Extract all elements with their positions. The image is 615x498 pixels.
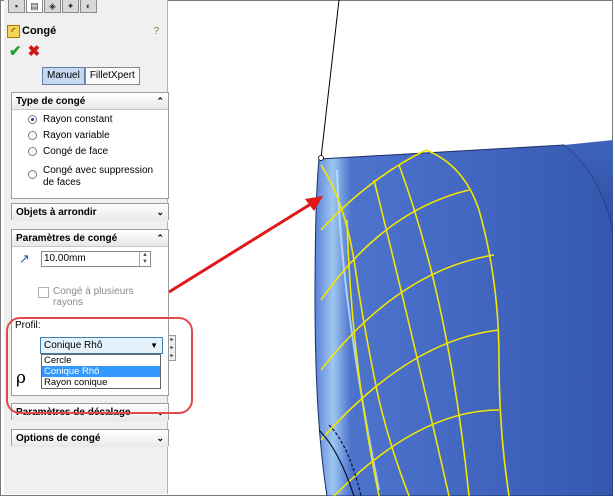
fillet-params-header[interactable]: Paramètres de congé ⌃ [12,230,168,247]
radio-label: Congé de face [43,146,109,157]
check-icon[interactable]: ✔ [9,44,22,60]
dropdown-arrow-icon[interactable]: ▼ [150,338,158,353]
configuration-manager-tab[interactable]: ◈ [44,0,61,13]
expand-icon[interactable]: ⌄ [156,407,164,418]
radio-variable-radius[interactable]: Rayon variable [28,130,168,142]
objects-header[interactable]: Objets à arrondir ⌄ [12,204,168,221]
fillet-type-section: Type de congé ⌃ Rayon constant Rayon var… [11,92,169,199]
property-manager-panel: ▪ ▤ ◈ ✦ ◐ ◜ Congé ? ✔ ✖ Manuel FilletXpe… [4,0,169,494]
objects-title: Objets à arrondir [16,207,97,218]
collapse-icon[interactable]: ⌃ [156,96,164,107]
offset-section: Paramètres de décalage ⌄ [11,403,169,421]
multi-radius-checkbox[interactable] [38,287,49,298]
fillet-type-title: Type de congé [16,95,86,107]
multi-radius-label: Congé à plusieurs rayons [53,286,134,308]
profile-dropdown-list: Cercle Conique Rhô Rayon conique [41,354,161,389]
profile-option[interactable]: Cercle [42,355,160,366]
feature-title: Congé [22,25,57,37]
radio-constant-radius[interactable]: Rayon constant [28,114,168,126]
options-section: Options de congé ⌄ [11,429,169,447]
radius-input[interactable]: 10.00mm ▲ ▼ [41,251,151,267]
radio-button[interactable] [28,147,37,156]
expand-icon[interactable]: ⌄ [156,207,164,218]
radio-button[interactable] [28,131,37,140]
mode-switch: Manuel FilletXpert [42,67,140,85]
ok-cancel-bar: ✔ ✖ [9,44,40,60]
display-manager-tab[interactable]: ◐ [80,0,97,13]
multi-radius-option: Congé à plusieurs rayons [38,286,153,308]
leader-point [318,155,324,161]
radio-face-fillet[interactable]: Congé de face [28,146,168,158]
feature-title-bar: ◜ Congé ? [7,21,165,41]
profile-select[interactable]: Conique Rhô ▼ [40,337,163,354]
objects-section: Objets à arrondir ⌄ [11,203,169,221]
radio-label: Rayon constant [43,114,113,125]
close-icon[interactable]: ✖ [28,44,41,60]
radius-icon: ↗ [19,251,30,266]
radius-value: 10.00mm [44,253,86,264]
help-icon[interactable]: ? [153,26,159,37]
feature-manager-tab[interactable]: ▪ [8,0,25,13]
rho-icon: ρ [16,368,26,388]
offset-title: Paramètres de décalage [16,407,131,418]
radio-button[interactable] [28,115,37,124]
radio-button[interactable] [28,170,37,179]
graphics-viewport[interactable] [169,0,613,496]
radio-label: Congé avec suppression de faces [43,165,154,188]
radius-row: ↗ 10.00mm ▲ ▼ [19,251,151,267]
filletxpert-tab[interactable]: FilletXpert [84,67,140,85]
collapse-icon[interactable]: ⌃ [156,233,164,244]
fillet-icon: ◜ [7,24,20,38]
dim-xpert-tab[interactable]: ✦ [62,0,79,13]
manager-tabs: ▪ ▤ ◈ ✦ ◐ [8,0,98,14]
property-manager-tab[interactable]: ▤ [26,0,43,13]
radio-label: Rayon variable [43,130,110,141]
radio-full-round-fillet[interactable]: Congé avec suppression de faces [28,165,168,189]
expand-icon[interactable]: ⌄ [156,433,164,444]
spin-arrows-icon[interactable]: ▲ ▼ [139,252,150,266]
fillet-type-header[interactable]: Type de congé ⌃ [12,93,168,110]
options-header[interactable]: Options de congé ⌄ [12,430,168,447]
fillet-params-title: Paramètres de congé [16,232,118,244]
offset-header[interactable]: Paramètres de décalage ⌄ [12,404,168,421]
callout-arrow [169,196,323,294]
manual-tab[interactable]: Manuel [42,67,85,85]
profile-option[interactable]: Rayon conique [42,377,160,388]
options-title: Options de congé [16,433,101,444]
leader-line [320,0,340,159]
fillet-params-section: Paramètres de congé ⌃ ↗ 10.00mm ▲ ▼ Congé… [11,229,169,396]
profile-label: Profil: [15,320,41,331]
profile-selected: Conique Rhô [44,340,103,351]
profile-option[interactable]: Conique Rhô [42,366,160,377]
